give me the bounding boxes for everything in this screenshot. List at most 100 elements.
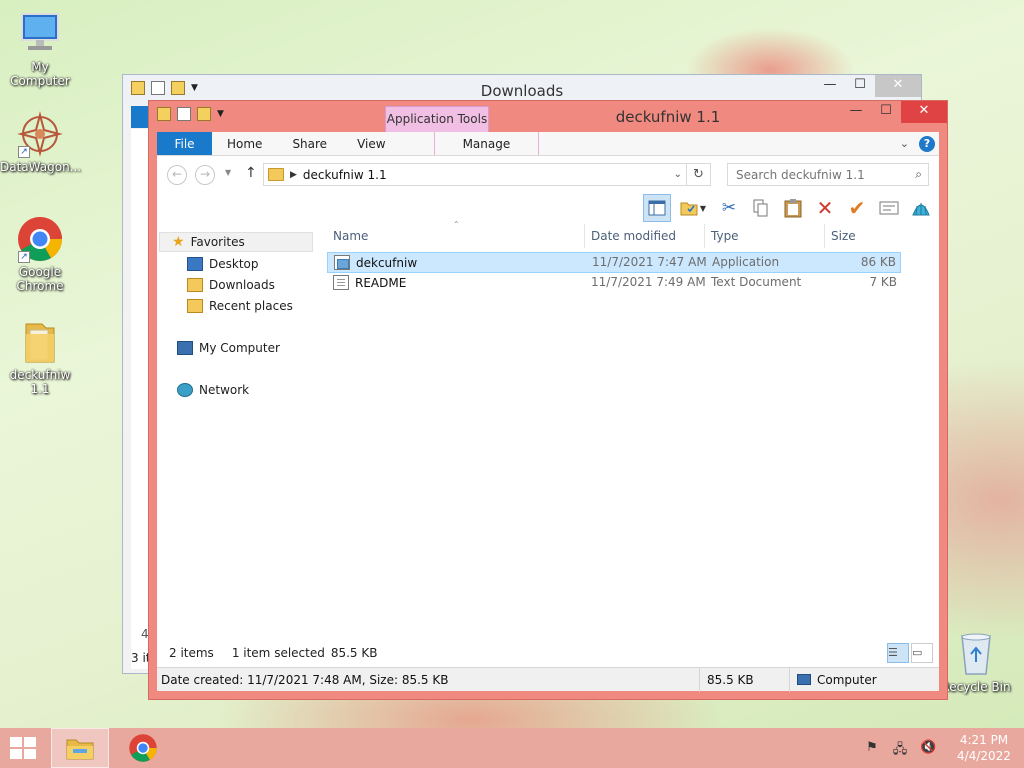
breadcrumb[interactable]: deckufniw 1.1 [303,168,387,182]
recycle-bin-icon [952,630,1000,678]
select-button[interactable] [875,194,903,222]
new-folder-icon[interactable] [197,107,211,121]
nav-item-favorites[interactable]: ★ Favorites [159,232,313,252]
tab-home[interactable]: Home [212,132,277,155]
close-button[interactable]: ✕ [875,75,921,97]
search-box[interactable]: ⌕ [727,163,929,186]
recent-places-icon [187,299,203,313]
column-header-name[interactable]: Name [327,224,585,248]
minimize-button[interactable]: — [841,101,871,123]
system-tray: ⚑ 🖧 🔇 4:21 PM 4/4/2022 [858,728,1024,768]
rename-button[interactable]: ✔ [843,194,871,222]
divider [699,668,700,692]
expand-ribbon-chevron-icon[interactable]: ⌄ [900,137,909,150]
computer-icon [177,341,193,355]
large-icons-view-button[interactable]: ▭ [911,643,933,663]
close-button[interactable]: ✕ [901,101,947,123]
forward-button[interactable]: → [195,165,215,185]
preview-pane-button[interactable] [643,194,671,222]
desktop-icon-google-chrome[interactable]: ↗ Google Chrome [0,215,80,293]
start-button[interactable] [10,737,38,761]
tab-view[interactable]: View [342,132,400,155]
copy-button[interactable] [747,194,775,222]
volume-muted-icon[interactable]: 🔇 [920,740,936,756]
back-button[interactable]: ← [167,165,187,185]
desktop-icon-datawagon[interactable]: ↗ DataWagon... [0,110,81,174]
application-file-icon [334,255,350,270]
details-location-label: Computer [817,673,877,687]
windows-logo-pane [24,749,36,759]
cut-button[interactable]: ✂ [715,194,743,222]
file-list: ⌃ Name Date modified Type Size dekcufniw… [327,220,939,641]
action-center-flag-icon[interactable]: ⚑ [864,740,880,756]
help-icon[interactable]: ? [919,135,935,152]
details-view-icon: ☰ [888,646,898,659]
search-input[interactable] [736,167,916,182]
details-location: Computer [797,673,877,687]
address-bar[interactable]: ▶ deckufniw 1.1 ⌄ [263,163,687,186]
tab-file[interactable]: File [157,132,212,155]
table-row[interactable]: dekcufniw 11/7/2021 7:47 AM Application … [327,252,901,273]
recent-locations-chevron-icon[interactable]: ▼ [225,168,231,177]
table-row[interactable]: README 11/7/2021 7:49 AM Text Document 7… [327,273,901,294]
file-size: 7 KB [869,275,897,289]
desktop-icon-deckufniw-folder[interactable]: deckufniw 1.1 [0,318,80,396]
network-status-icon[interactable]: 🖧 [892,740,908,757]
nav-item-label: Favorites [190,235,245,249]
copy-icon [753,199,768,217]
desktop-icon-my-computer[interactable]: My Computer [0,10,80,88]
column-header-date-modified[interactable]: Date modified [585,224,705,248]
column-header-type[interactable]: Type [705,224,825,248]
scissors-icon: ✂ [721,198,737,218]
desktop-icon-label: Google Chrome [16,265,64,293]
chrome-icon: ↗ [16,215,64,263]
desktop-icon-label: deckufniw 1.1 [9,368,71,396]
taskbar-clock[interactable]: 4:21 PM 4/4/2022 [950,732,1018,764]
refresh-button[interactable]: ↻ [687,163,711,186]
tab-share[interactable]: Share [277,132,342,155]
selection-size: 85.5 KB [330,646,378,660]
properties-button[interactable]: ▼ [675,194,711,222]
details-size: 85.5 KB [707,673,754,687]
window-titlebar[interactable]: ▼ Application Tools deckufniw 1.1 — ☐ ✕ [149,101,947,133]
file-name: README [355,275,407,290]
column-header-size[interactable]: Size [825,224,901,248]
maximize-button[interactable]: ☐ [871,101,901,123]
chevron-down-icon: ▼ [699,203,707,213]
delete-button[interactable]: ✕ [811,194,839,222]
desktop-icon-recycle-bin[interactable]: Recycle Bin [936,630,1016,694]
nav-item-label: My Computer [199,341,280,355]
shell-icon [912,203,930,216]
datawagon-icon: ↗ [16,110,64,158]
address-dropdown-chevron-icon[interactable]: ⌄ [674,169,686,180]
chevron-down-icon[interactable]: ▼ [217,109,224,119]
minimize-button[interactable]: — [815,75,845,97]
up-arrow-icon[interactable]: ↑ [245,165,257,181]
details-bar: Date created: 11/7/2021 7:48 AM, Size: 8… [157,667,939,692]
monitor-icon [16,10,64,58]
shortcut-arrow-icon: ↗ [18,146,30,158]
taskbar-google-chrome[interactable] [114,728,172,768]
nav-item-label: Network [199,383,250,397]
taskbar-file-explorer[interactable] [51,728,109,768]
file-date: 11/7/2021 7:47 AM [592,255,707,269]
folder-icon[interactable] [157,107,171,121]
nav-item-downloads[interactable]: Downloads [187,275,275,295]
nav-item-desktop[interactable]: Desktop [187,254,259,274]
desktop-icon-label: My Computer [10,60,70,88]
explorer-window[interactable]: ▼ Application Tools deckufniw 1.1 — ☐ ✕ … [148,100,948,700]
large-icons-view-icon: ▭ [912,646,923,659]
taskbar: ⚑ 🖧 🔇 4:21 PM 4/4/2022 [0,728,1024,768]
breadcrumb-separator-icon[interactable]: ▶ [290,170,297,180]
maximize-button[interactable]: ☐ [845,75,875,97]
nav-item-recent-places[interactable]: Recent places [187,296,293,316]
search-icon[interactable]: ⌕ [915,167,922,182]
details-view-button[interactable]: ☰ [887,643,909,663]
properties-icon[interactable] [177,107,191,121]
nav-item-my-computer[interactable]: My Computer [177,338,280,358]
nav-item-network[interactable]: Network [177,380,249,400]
checkmark-icon: ✔ [848,196,866,220]
paste-button[interactable] [779,194,807,222]
tab-manage[interactable]: Manage [433,132,540,155]
shell-button[interactable] [907,194,935,222]
